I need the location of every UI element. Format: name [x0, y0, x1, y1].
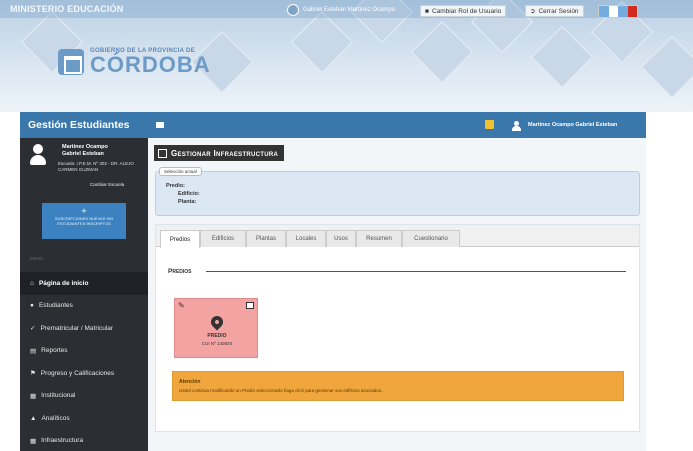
predio-card-subtitle: CUI Nº 140920: [201, 341, 233, 346]
sidebar: Gestión Estudiantes Martinez Ocampo Gabr…: [20, 112, 148, 451]
selection-legend: Selección actual: [159, 167, 202, 176]
page-title: Gestionar Infraestructura: [154, 145, 285, 161]
graduation-icon: ▲: [30, 414, 37, 422]
decor-cube: [290, 10, 354, 74]
sidebar-item-label: Progreso y Calificaciones: [40, 369, 115, 377]
sidebar-item-reports[interactable]: ▤ Reportes: [20, 340, 148, 363]
plus-icon: +: [81, 206, 87, 216]
clipboard-icon: [158, 148, 167, 158]
building-icon: ▦: [30, 392, 37, 400]
selection-planta: Planta:: [178, 199, 197, 205]
sidebar-item-label: Reportes: [41, 347, 68, 355]
decor-cube: [410, 20, 474, 84]
logout-icon: ➲: [530, 8, 536, 15]
pencil-icon[interactable]: ✎: [178, 301, 185, 310]
selection-lines: Predio: Edificio: Planta:: [166, 182, 200, 206]
predio-card[interactable]: ✎ PREDIO CUI Nº 140920: [174, 298, 258, 358]
province-seal-icon: [58, 49, 84, 75]
top-user[interactable]: Gabriel Esteban Martinez Ocampo: [287, 4, 395, 16]
decor-cube: [640, 35, 693, 99]
section-divider: [206, 271, 626, 272]
sidebar-item-label: Prematricular / Matricular: [40, 324, 114, 332]
cordoba-logo[interactable]: GOBIERNO DE LA PROVINCIA DE CÓRDOBA: [58, 48, 211, 76]
tab-edificios[interactable]: Edificios: [200, 230, 246, 247]
tab-resumen[interactable]: Resumen: [356, 230, 402, 247]
top-navbar: Martinez Ocampo Gabriel Esteban: [148, 112, 646, 138]
change-school-link[interactable]: Cambiar Escuela: [90, 182, 124, 187]
sidebar-item-home[interactable]: ⌂ Página de inicio: [20, 272, 148, 295]
sidebar-item-institutional[interactable]: ▦ Institucional: [20, 385, 148, 408]
selection-edificio: Edificio:: [178, 191, 200, 197]
current-selection-box: Predio: Edificio: Planta:: [155, 171, 640, 216]
sidebar-item-label: Página de inicio: [38, 279, 89, 287]
navbar-user-name[interactable]: Martinez Ocampo Gabriel Esteban: [528, 122, 617, 128]
main-content: Gestionar Infraestructura Predio: Edific…: [148, 138, 646, 451]
alert-title: Atención: [179, 379, 201, 385]
header-banner: MINISTERIO EDUCACIÓN Gabriel Esteban Mar…: [0, 0, 693, 112]
subscriptions-button[interactable]: + SUSCRIPCIONES NUEVAS SIN ESTUDIANTES I…: [42, 203, 126, 239]
change-role-button[interactable]: ■ Cambiar Rol de Usuario: [420, 5, 507, 17]
ministry-title: MINISTERIO EDUCACIÓN: [10, 4, 124, 14]
decor-cube: [530, 25, 594, 89]
language-flag[interactable]: [598, 5, 638, 18]
image-icon[interactable]: [246, 302, 254, 309]
logout-label: Cerrar Sesión: [538, 7, 579, 15]
profile-school: Escuela: I.P.E.M. Nº 302 - DR. ALEJO CAR…: [58, 161, 134, 172]
tab-usos[interactable]: Usos: [326, 230, 356, 247]
sidebar-item-label: Infraestructura: [41, 437, 84, 445]
person-icon: ●: [30, 302, 34, 310]
flag-stripe: [608, 6, 618, 17]
subscriptions-label: SUSCRIPCIONES NUEVAS SIN ESTUDIANTES INS…: [54, 216, 114, 226]
logout-button[interactable]: ➲ Cerrar Sesión: [525, 5, 584, 17]
user-icon[interactable]: [512, 121, 521, 131]
attention-alert: Atención Usted continua modificando un P…: [172, 371, 624, 401]
change-role-label: Cambiar Rol de Usuario: [431, 7, 502, 15]
sidebar-item-label: Analíticos: [41, 414, 70, 422]
sidebar-item-enroll[interactable]: ✓ Prematricular / Matricular: [20, 317, 148, 340]
sidebar-item-analytics[interactable]: ▲ Analíticos: [20, 407, 148, 430]
alert-body: Usted continua modificando un Predio sel…: [179, 388, 385, 393]
menu-section-label: MENÚ: [30, 256, 44, 261]
tabs-panel: Predios Edificios Plantas Locales Usos R…: [155, 224, 640, 432]
sidebar-item-label: Estudiantes: [38, 302, 73, 310]
flag-stripe: [627, 6, 637, 17]
tab-predios[interactable]: Predios: [160, 230, 200, 248]
notifications-icon[interactable]: [485, 120, 494, 129]
sidebar-menu: ⌂ Página de inicio ● Estudiantes ✓ Prema…: [20, 272, 148, 451]
user-circle-icon: [287, 4, 299, 16]
sidebar-item-students[interactable]: ● Estudiantes: [20, 295, 148, 318]
page-title-text: Gestionar Infraestructura: [171, 148, 279, 158]
predio-card-title: PREDIO: [207, 333, 227, 339]
app-title[interactable]: Gestión Estudiantes: [20, 112, 148, 138]
tab-bar: Predios Edificios Plantas Locales Usos R…: [156, 225, 639, 248]
tab-plantas[interactable]: Plantas: [246, 230, 286, 247]
flag-stripe: [599, 6, 609, 17]
flag-icon: ⚑: [30, 370, 36, 378]
logo-title: CÓRDOBA: [90, 52, 211, 77]
section-title: Predios: [168, 268, 192, 275]
avatar-icon: [30, 144, 46, 166]
menu-section: MENÚ: [20, 250, 148, 268]
building-icon: ▦: [30, 437, 37, 445]
sidebar-item-infrastructure[interactable]: ▦ Infraestructura: [20, 430, 148, 451]
user-profile: Martinez Ocampo Gabriel Esteban Escuela:…: [20, 138, 148, 193]
home-icon: ⌂: [30, 279, 34, 287]
selection-predio: Predio:: [166, 183, 185, 189]
sidebar-item-label: Institucional: [41, 392, 76, 400]
profile-name: Martinez Ocampo Gabriel Esteban: [62, 144, 108, 157]
flag-stripe: [618, 6, 628, 17]
sidebar-item-grades[interactable]: ⚑ Progreso y Calificaciones: [20, 362, 148, 385]
tab-cuestionario[interactable]: Cuestionario: [402, 230, 460, 247]
report-icon: ▤: [30, 347, 37, 355]
map-pin-icon: [208, 313, 226, 331]
tab-locales[interactable]: Locales: [286, 230, 326, 247]
top-user-name: Gabriel Esteban Martinez Ocampo: [303, 7, 396, 13]
hamburger-menu-icon[interactable]: [156, 122, 164, 128]
user-icon: ■: [425, 7, 429, 15]
check-icon: ✓: [30, 325, 36, 333]
